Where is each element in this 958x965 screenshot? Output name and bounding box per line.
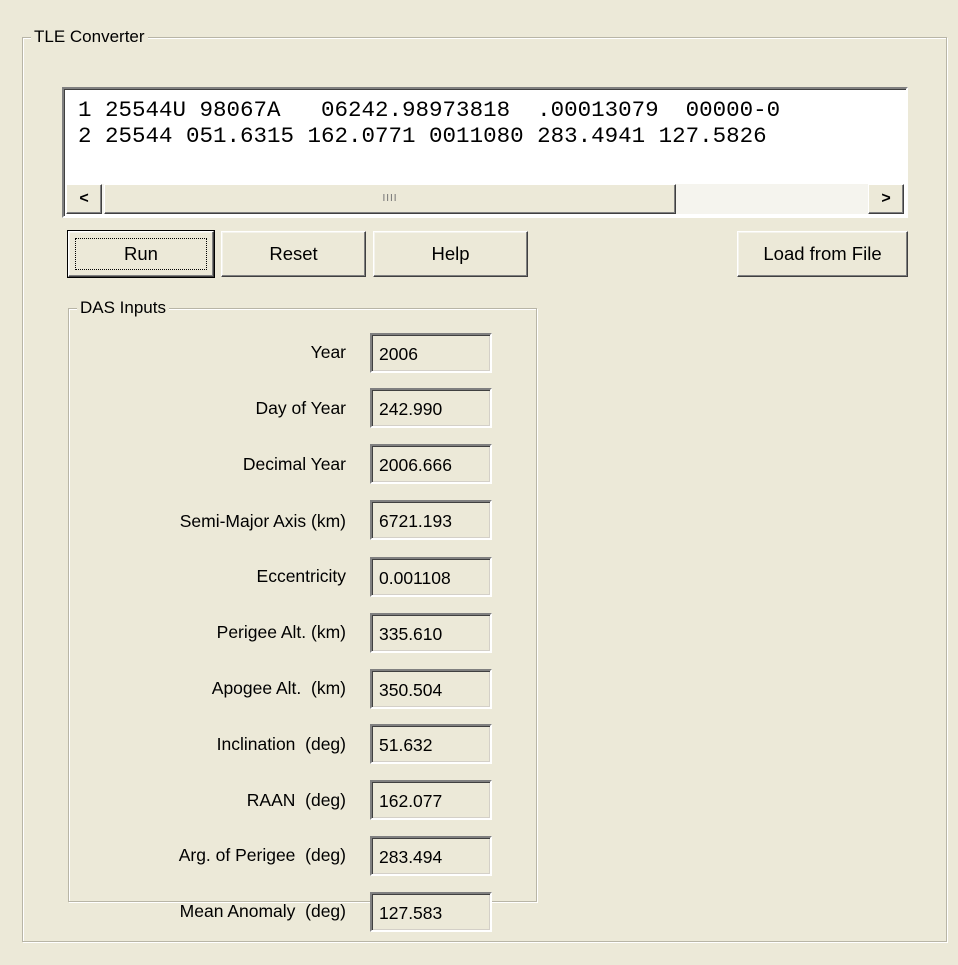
scroll-right-arrow-icon[interactable]: > xyxy=(868,184,904,214)
apogee-alt-field[interactable]: 350.504 xyxy=(370,669,492,709)
help-button-label: Help xyxy=(431,243,470,264)
decimal-year-field[interactable]: 2006.666 xyxy=(370,444,492,484)
tle-converter-title: TLE Converter xyxy=(31,27,148,47)
arg-of-perigee-field[interactable]: 283.494 xyxy=(370,836,492,876)
semi-major-axis-label: Semi-Major Axis (km) xyxy=(179,511,346,531)
perigee-alt-label: Perigee Alt. (km) xyxy=(216,622,346,642)
scrollbar-thumb[interactable]: IIII xyxy=(104,184,676,214)
semi-major-axis-field[interactable]: 6721.193 xyxy=(370,500,492,540)
arg-of-perigee-label: Arg. of Perigee (deg) xyxy=(178,845,346,865)
day-of-year-label: Day of Year xyxy=(255,398,346,418)
scrollbar-grip-icon: IIII xyxy=(382,193,398,204)
year-field[interactable]: 2006 xyxy=(370,333,492,373)
perigee-alt-field[interactable]: 335.610 xyxy=(370,613,492,653)
apogee-alt-label: Apogee Alt. (km) xyxy=(211,678,346,698)
raan-label: RAAN (deg) xyxy=(246,790,346,810)
inclination-field[interactable]: 51.632 xyxy=(370,724,492,764)
decimal-year-label: Decimal Year xyxy=(242,454,346,474)
day-of-year-field[interactable]: 242.990 xyxy=(370,388,492,428)
eccentricity-field[interactable]: 0.001108 xyxy=(370,557,492,597)
load-from-file-button[interactable]: Load from File xyxy=(737,231,908,277)
reset-button-label: Reset xyxy=(269,243,318,264)
year-label: Year xyxy=(310,342,346,362)
eccentricity-label: Eccentricity xyxy=(256,566,346,586)
inclination-label: Inclination (deg) xyxy=(216,734,346,754)
das-inputs-title: DAS Inputs xyxy=(77,298,169,318)
raan-field[interactable]: 162.077 xyxy=(370,780,492,820)
help-button[interactable]: Help xyxy=(373,231,528,277)
load-from-file-button-label: Load from File xyxy=(763,243,882,264)
tle-line-2: 2 25544 051.6315 162.0771 0011080 283.49… xyxy=(78,123,767,149)
tle-line-1: 1 25544U 98067A 06242.98973818 .00013079… xyxy=(78,97,781,123)
mean-anomaly-field[interactable]: 127.583 xyxy=(370,892,492,932)
mean-anomaly-label: Mean Anomaly (deg) xyxy=(179,901,346,921)
run-button[interactable]: Run xyxy=(67,230,215,278)
horizontal-scrollbar[interactable]: < IIII > xyxy=(66,184,904,214)
scroll-left-arrow-icon[interactable]: < xyxy=(66,184,102,214)
tle-input-textarea[interactable]: 1 25544U 98067A 06242.98973818 .00013079… xyxy=(62,87,908,218)
reset-button[interactable]: Reset xyxy=(221,231,366,277)
run-focus-ring xyxy=(75,238,207,270)
